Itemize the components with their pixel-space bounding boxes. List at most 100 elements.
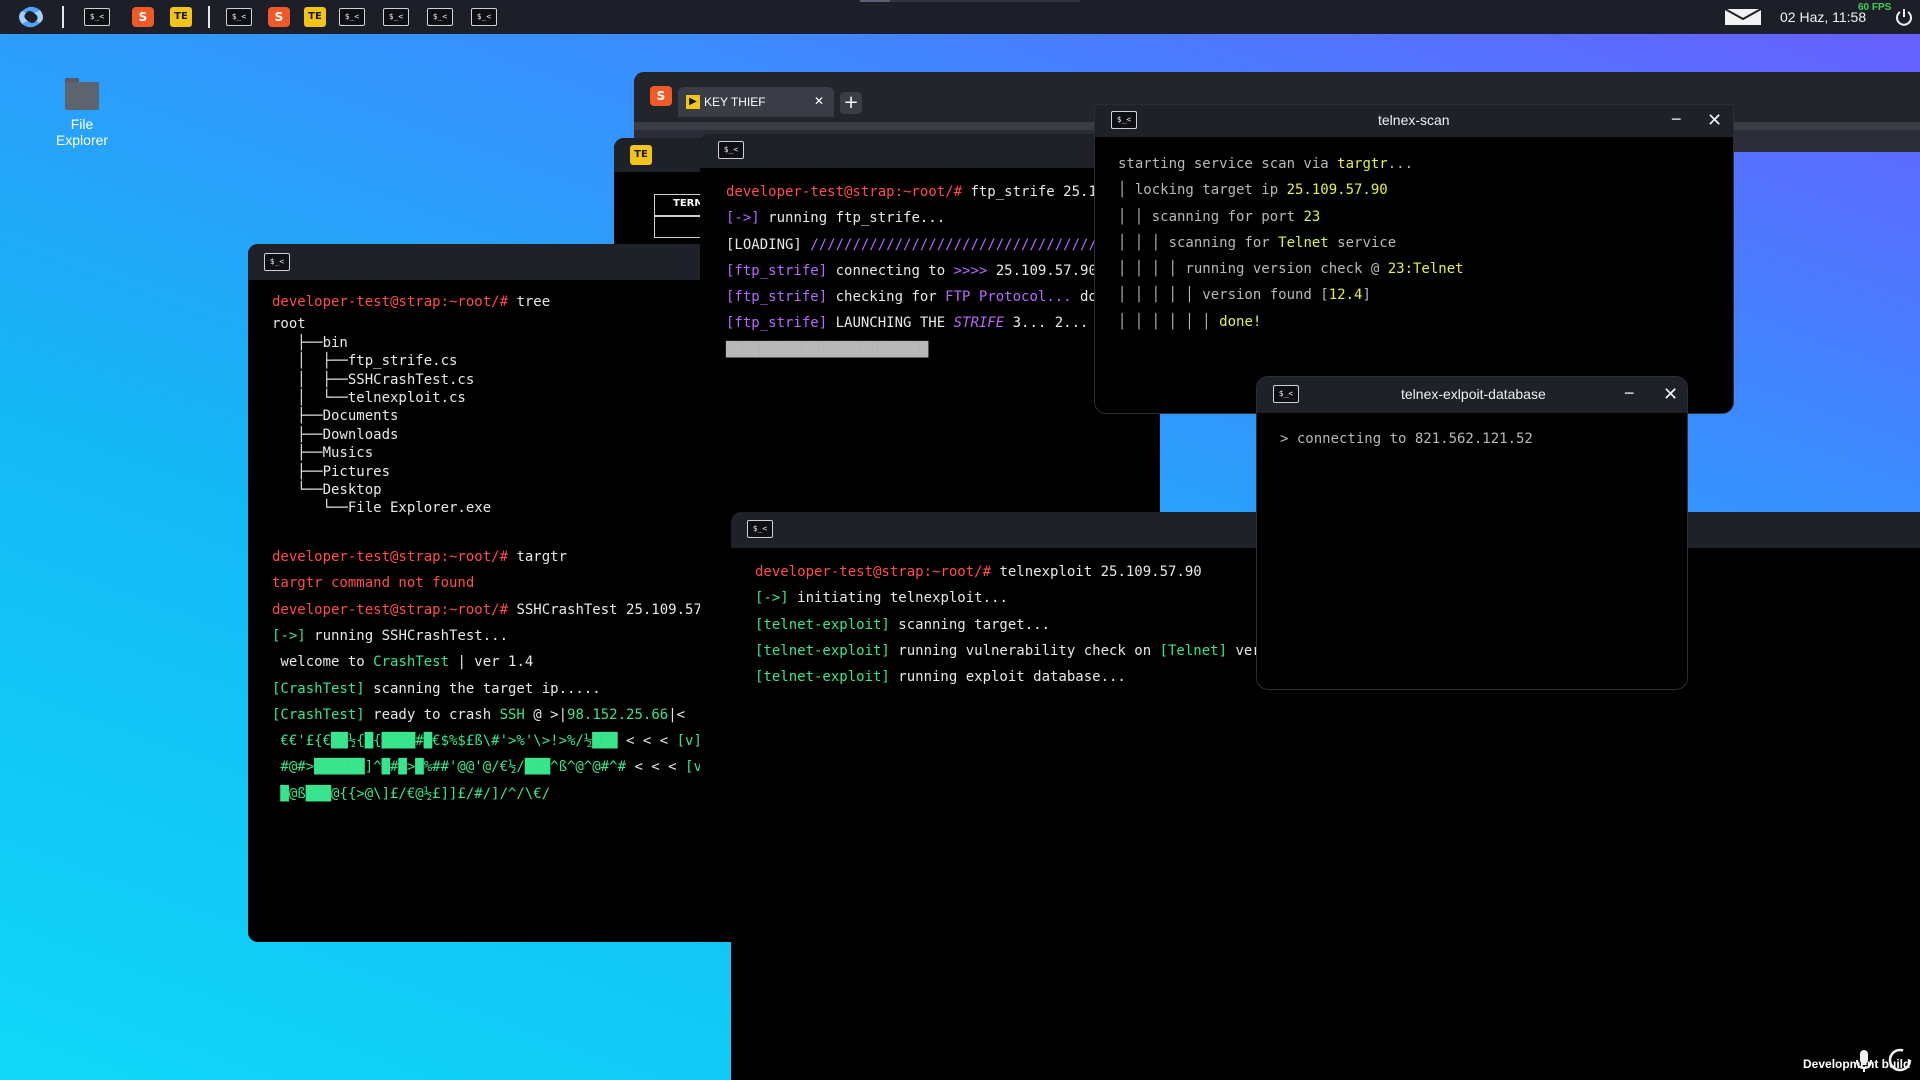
terminal-text: done! (1219, 313, 1262, 330)
terminal-text: < < < (626, 759, 686, 776)
terminal-text: 23 (1303, 208, 1321, 225)
terminal-text: initiating telnexploit... (797, 590, 1008, 607)
minimize-button[interactable]: − (1671, 109, 1682, 130)
terminal-icon: $_< (383, 8, 409, 26)
terminal-icon: $_< (339, 8, 365, 26)
terminal-text: Telnet (1278, 234, 1329, 251)
terminal-text: █@ß███@{{>@\]£/€@½£]]£/#/]/^/\€/ (272, 785, 551, 802)
terminal-text: developer-test@strap:~root/# (272, 549, 517, 566)
fps-counter: 60 FPS (1858, 2, 1892, 13)
telnex-database-output[interactable]: > connecting to 821.562.121.52 (1257, 413, 1687, 689)
terminal-text: [telnet-exploit] (755, 642, 890, 659)
terminal-output: > connecting to 821.562.121.52 (1280, 426, 1687, 452)
refresh-icon[interactable] (1886, 1046, 1914, 1074)
taskbar-terminal-icon[interactable]: $_< (226, 6, 252, 28)
terminal-text: > connecting to 821.562.121.52 (1280, 431, 1533, 447)
window-title: telnex-scan (1378, 112, 1450, 128)
tab-key-thief[interactable]: ▶ KEY THIEF ✕ (678, 87, 834, 117)
terminal-text: root (272, 316, 306, 333)
close-button[interactable]: ✕ (1663, 384, 1678, 405)
terminal-line: │ │ │ scanning for Telnet service (1118, 230, 1733, 256)
terminal-text: SSHCrashTest 25.109.57.90 (516, 601, 728, 618)
taskbar-terminal-icon[interactable]: $_< (427, 6, 453, 28)
terminal-text: CrashTest (373, 654, 450, 671)
tab-close-icon[interactable]: ✕ (814, 94, 824, 108)
telnex-scan-output[interactable]: starting service scan via targtr... │ loc… (1095, 137, 1733, 413)
terminal-text: 98.152.25.66 (567, 706, 669, 723)
telnex-database-titlebar: $_< telnex-exlpoit-database − ✕ (1257, 377, 1687, 413)
taskbar-strap-icon[interactable]: S (130, 6, 156, 28)
terminal-text: ... (1387, 156, 1414, 172)
terminal-icon: $_< (1273, 385, 1299, 403)
terminal-text: [ftp_strife] (726, 315, 828, 332)
folder-icon (63, 76, 101, 112)
taskbar-terminal-icon[interactable]: $_< (383, 6, 409, 28)
telnex-scan-window: $_< telnex-scan − ✕ starting service sca… (1094, 104, 1734, 414)
taskbar-separator (62, 6, 64, 28)
taskbar-terminal-icon[interactable]: $_< (471, 6, 497, 28)
terminal-text: │ ├──SSHCrashTest.cs (272, 371, 475, 388)
terminal-icon: $_< (264, 253, 290, 271)
terminal-text: [CrashTest] (272, 706, 365, 723)
taskbar-terminal-icon[interactable]: $_< (84, 6, 110, 28)
terminal-text: FTP Protocol... (945, 289, 1072, 306)
close-button[interactable]: ✕ (1707, 110, 1722, 131)
taskbar: $_< S TE $_< S TE $_< $_< $_< $_< 02 Haz… (0, 0, 1920, 34)
terminal-text: |< (668, 706, 686, 723)
terminal-text: welcome to (272, 654, 374, 671)
terminal-text: #@#>██████]^█#█>█%##'@@'@/€½/███^ß^@^@#^… (272, 759, 627, 776)
clock: 02 Haz, 11:58 (1780, 9, 1867, 25)
terminal-line: │ │ scanning for port 23 (1118, 204, 1733, 230)
terminal-text: [v] (676, 733, 702, 750)
terminal-text: scanning target... (889, 616, 1051, 633)
desktop-icon-label: File Explorer (55, 116, 109, 148)
terminal-text: targtr (516, 549, 568, 566)
taskbar-text-editor-icon[interactable]: TE (168, 6, 194, 28)
terminal-text: │ │ │ │ │ version found [ (1118, 287, 1329, 304)
terminal-text: ├──Documents (272, 408, 399, 425)
terminal-text: [Telnet] (1159, 642, 1228, 659)
terminal-text: [telnet-exploit] (755, 669, 890, 686)
power-icon[interactable] (1895, 8, 1913, 26)
terminal-line: │ │ │ │ │ version found [12.4] (1118, 282, 1733, 308)
terminal-line: starting service scan via targtr... (1118, 151, 1733, 177)
minimize-button[interactable]: − (1624, 383, 1635, 404)
add-tab-button[interactable]: + (840, 92, 862, 114)
terminal-text: [->] (272, 627, 315, 644)
terminal-text: scanning the target ip..... (364, 680, 601, 697)
terminal-text: 25.109.57.90 (987, 262, 1097, 279)
terminal-text: │ └──telnexploit.cs (272, 389, 466, 406)
terminal-text: >>>> (953, 262, 988, 279)
terminal-text: [ftp_strife] (726, 262, 828, 279)
terminal-text: developer-test@strap:~root/# (272, 294, 517, 310)
terminal-text: ████████████████████████ (726, 341, 929, 358)
terminal-text: developer-test@strap:~root/# (755, 564, 1000, 580)
desktop-icon-file-explorer[interactable]: File Explorer (50, 76, 114, 148)
taskbar-strap-icon[interactable]: S (266, 6, 292, 28)
taskbar-terminal-icon[interactable]: $_< (339, 6, 365, 28)
terminal-text: //////////////////////////////////// (810, 236, 1114, 253)
terminal-output: starting service scan via targtr... │ loc… (1118, 151, 1733, 335)
terminal-icon: $_< (471, 8, 497, 26)
terminal-text: developer-test@strap:~root/# (726, 184, 971, 200)
active-window-indicator (860, 0, 1080, 2)
strap-logo-icon[interactable] (18, 5, 44, 29)
terminal-text: running exploit database... (889, 669, 1126, 686)
terminal-text: [ftp_strife] (726, 289, 828, 306)
strap-icon: S (268, 7, 290, 27)
terminal-text: running SSHCrashTest... (314, 627, 509, 644)
terminal-text: tree (516, 294, 551, 310)
terminal-icon: $_< (427, 8, 453, 26)
text-editor-icon: TE (304, 7, 326, 27)
terminal-text: │ │ scanning for port (1118, 208, 1304, 225)
taskbar-text-editor-icon[interactable]: TE (302, 6, 328, 28)
mail-icon[interactable] (1724, 8, 1762, 26)
strap-icon: S (132, 7, 154, 27)
terminal-line: │ locking target ip 25.109.57.90 (1118, 177, 1733, 203)
terminal-text: ├──Pictures (272, 463, 391, 480)
terminal-text: SSH (499, 706, 525, 723)
terminal-text: ├──Musics (272, 445, 374, 462)
terminal-text: │ │ │ scanning for (1118, 234, 1279, 251)
microphone-icon[interactable] (1854, 1048, 1874, 1074)
terminal-text: └──File Explorer.exe (272, 500, 492, 517)
